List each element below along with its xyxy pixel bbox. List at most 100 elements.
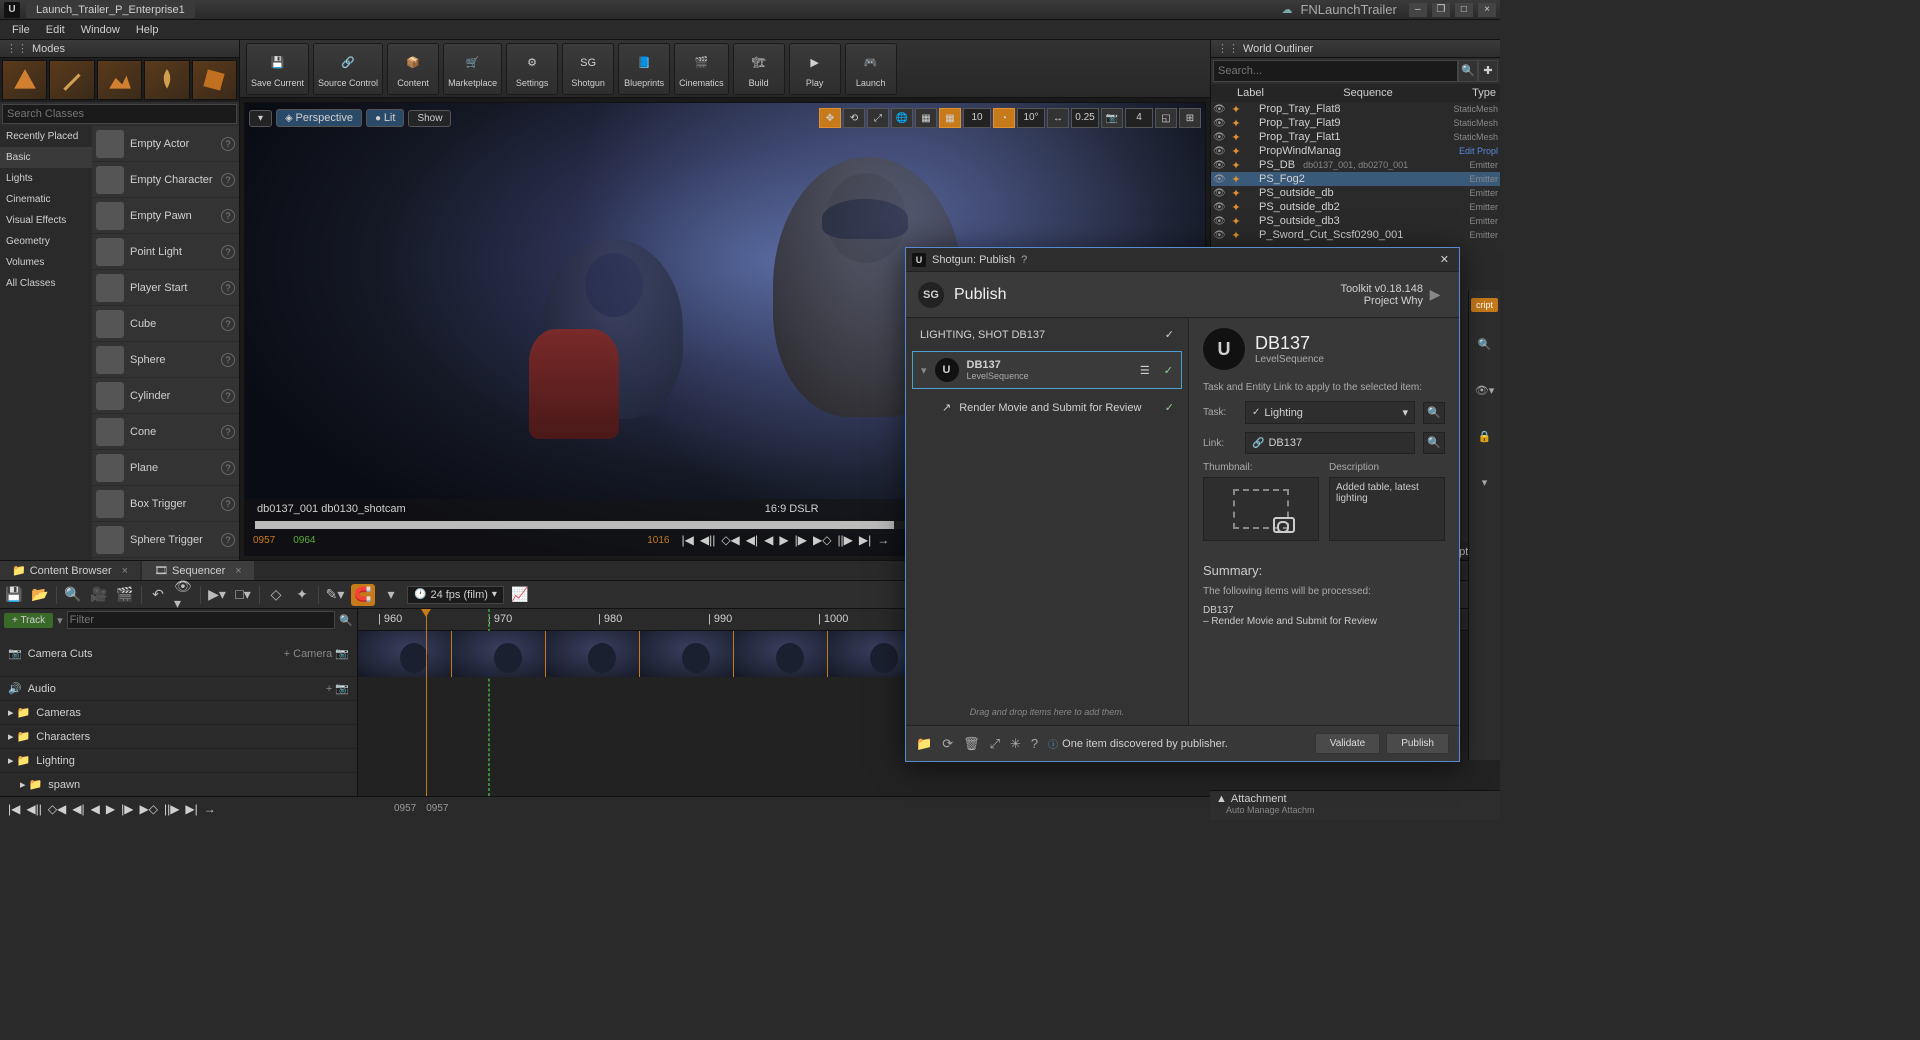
menu-icon[interactable]: ☰ — [1140, 364, 1150, 377]
toolbar-build-button[interactable]: 🏗Build — [733, 43, 785, 95]
key-mode-icon[interactable]: □▾ — [233, 585, 253, 605]
play-fwd-icon[interactable]: ▶ — [106, 802, 115, 816]
grid-snap-icon[interactable]: ▦ — [939, 108, 961, 128]
actor-row[interactable]: Box Trigger? — [92, 486, 239, 522]
actor-row[interactable]: Cube? — [92, 306, 239, 342]
add-track-button[interactable]: + Track — [4, 613, 53, 628]
actor-row[interactable]: Empty Pawn? — [92, 198, 239, 234]
visibility-icon[interactable]: 👁 — [1213, 160, 1227, 171]
mode-paint-icon[interactable] — [49, 60, 94, 100]
actor-row[interactable]: Sphere Trigger? — [92, 522, 239, 558]
actor-row[interactable]: Plane? — [92, 450, 239, 486]
step-back-icon[interactable]: ◀| — [72, 802, 84, 816]
menu-file[interactable]: File — [4, 22, 38, 38]
info-icon[interactable]: ? — [221, 497, 235, 511]
delete-icon[interactable]: 🗑 — [963, 736, 980, 752]
dialog-close-button[interactable]: ✕ — [1436, 253, 1453, 266]
to-end-icon[interactable]: ▶| — [859, 533, 871, 547]
toolbar-bp-button[interactable]: 📘Blueprints — [618, 43, 670, 95]
outliner-row[interactable]: 👁✦PS_outside_db3Emitter — [1211, 214, 1500, 228]
step-fwd-icon[interactable]: |▶ — [795, 533, 807, 547]
category-item[interactable]: Basic — [0, 147, 92, 168]
grid-snap-value[interactable]: 10 — [963, 108, 991, 128]
actor-row[interactable]: Point Light? — [92, 234, 239, 270]
sequencer-track[interactable]: ▸ 📁Lighting — [0, 749, 357, 773]
snap-options-icon[interactable]: ▾ — [381, 585, 401, 605]
task-search-icon[interactable]: 🔍 — [1423, 402, 1445, 424]
visibility-icon[interactable]: 👁 — [1213, 132, 1227, 143]
project-name[interactable]: Launch_Trailer_P_Enterprise1 — [26, 2, 195, 18]
outliner-row[interactable]: 👁✦PropWindManagEdit Propl — [1211, 144, 1500, 158]
mode-landscape-icon[interactable] — [97, 60, 142, 100]
track-add-icon[interactable]: + 📷 — [326, 682, 349, 695]
publish-button[interactable]: Publish — [1386, 733, 1449, 754]
find-in-cb-icon[interactable]: 📂 — [30, 585, 50, 605]
info-icon[interactable]: ? — [221, 209, 235, 223]
transform-move-icon[interactable]: ✥ — [819, 108, 841, 128]
toolbar-cine-button[interactable]: 🎬Cinematics — [674, 43, 729, 95]
mode-foliage-icon[interactable] — [144, 60, 189, 100]
to-start-icon[interactable]: |◀ — [8, 802, 20, 816]
menu-help[interactable]: Help — [128, 22, 167, 38]
actor-row[interactable]: Sphere? — [92, 342, 239, 378]
attachment-row[interactable]: Auto Manage Attachm — [1216, 805, 1494, 815]
actor-row[interactable]: Cylinder? — [92, 378, 239, 414]
mode-geometry-icon[interactable] — [192, 60, 237, 100]
minimize-button[interactable]: – — [1409, 3, 1427, 17]
key-all-icon[interactable]: ✦ — [292, 585, 312, 605]
curve-editor-icon[interactable]: 📈 — [510, 585, 530, 605]
outliner-tab[interactable]: ⋮⋮World Outliner — [1211, 40, 1500, 58]
next-arrow-icon[interactable]: ▶ — [1423, 286, 1447, 303]
visibility-icon[interactable]: 👁 — [1213, 202, 1227, 213]
next-key-icon[interactable]: ||▶ — [164, 802, 179, 816]
toolbar-sg-button[interactable]: SGShotgun — [562, 43, 614, 95]
outliner-row[interactable]: 👁✦PS_DBdb0137_001, db0270_001Emitter — [1211, 158, 1500, 172]
angle-snap-icon[interactable]: ◔ — [993, 108, 1015, 128]
step-fwd-key-icon[interactable]: ▶◇ — [139, 802, 157, 816]
play-reverse-icon[interactable]: ◀ — [764, 533, 773, 547]
track-filter-input[interactable] — [67, 611, 336, 629]
search-seq-icon[interactable]: 🔍 — [63, 585, 83, 605]
play-rev-icon[interactable]: ◀ — [91, 802, 100, 816]
transform-scale-icon[interactable]: ⤢ — [867, 108, 889, 128]
cloud-icon[interactable]: ☁ — [1281, 3, 1292, 16]
visibility-icon[interactable]: 👁 — [1213, 216, 1227, 227]
prev-key-icon[interactable]: ◀|| — [26, 802, 41, 816]
render-movie-icon[interactable]: 🎥 — [89, 585, 109, 605]
link-select[interactable]: 🔗 DB137 — [1245, 432, 1415, 454]
check-icon[interactable]: ✓ — [1164, 364, 1173, 377]
tab-close-icon[interactable]: × — [122, 565, 128, 577]
add-filter-icon[interactable]: ✚ — [1478, 60, 1498, 82]
dropdown-icon[interactable]: ▾ — [1469, 470, 1500, 496]
dialog-titlebar[interactable]: U Shotgun: Publish ? ✕ — [906, 248, 1459, 272]
outliner-row[interactable]: 👁✦Prop_Tray_Flat1StaticMesh — [1211, 130, 1500, 144]
prev-key-icon[interactable]: ◀|| — [700, 533, 715, 547]
perspective-button[interactable]: ◈ Perspective — [276, 109, 362, 127]
category-item[interactable]: Visual Effects — [0, 210, 92, 231]
sequencer-track[interactable]: 🔊Audio+ 📷 — [0, 677, 357, 701]
play-icon[interactable]: ▶ — [779, 533, 788, 547]
next-key-icon[interactable]: ||▶ — [837, 533, 852, 547]
toolbar-play-button[interactable]: ▶Play — [789, 43, 841, 95]
refresh-icon[interactable]: ⟳ — [942, 736, 953, 752]
outliner-row[interactable]: 👁✦Prop_Tray_Flat8StaticMesh — [1211, 102, 1500, 116]
search-icon[interactable]: 🔍 — [1458, 60, 1478, 82]
toolbar-settings-button[interactable]: ⚙Settings — [506, 43, 558, 95]
category-item[interactable]: Volumes — [0, 252, 92, 273]
step-back-key-icon[interactable]: ◇◀ — [48, 802, 66, 816]
publish-subitem[interactable]: ↗ Render Movie and Submit for Review ✓ — [912, 393, 1182, 422]
to-end-icon[interactable]: ▶| — [185, 802, 197, 816]
playback-options-icon[interactable]: ▶▾ — [207, 585, 227, 605]
playhead[interactable] — [426, 609, 427, 796]
actor-row[interactable]: Cone? — [92, 414, 239, 450]
step-back-key-icon[interactable]: ◇◀ — [721, 533, 739, 547]
sequencer-track[interactable]: 📷Camera Cuts+ Camera 📷 — [0, 631, 357, 677]
loop-icon[interactable]: → — [877, 533, 889, 547]
sequencer-track[interactable]: ▸ 📁spawn — [0, 773, 357, 796]
search-details-icon[interactable]: 🔍 — [1469, 332, 1500, 358]
info-icon[interactable]: ? — [221, 281, 235, 295]
lit-button[interactable]: ● Lit — [366, 109, 404, 127]
track-add-icon[interactable]: + Camera 📷 — [284, 647, 349, 660]
step-fwd-key-icon[interactable]: ▶◇ — [813, 533, 831, 547]
category-item[interactable]: Cinematic — [0, 189, 92, 210]
